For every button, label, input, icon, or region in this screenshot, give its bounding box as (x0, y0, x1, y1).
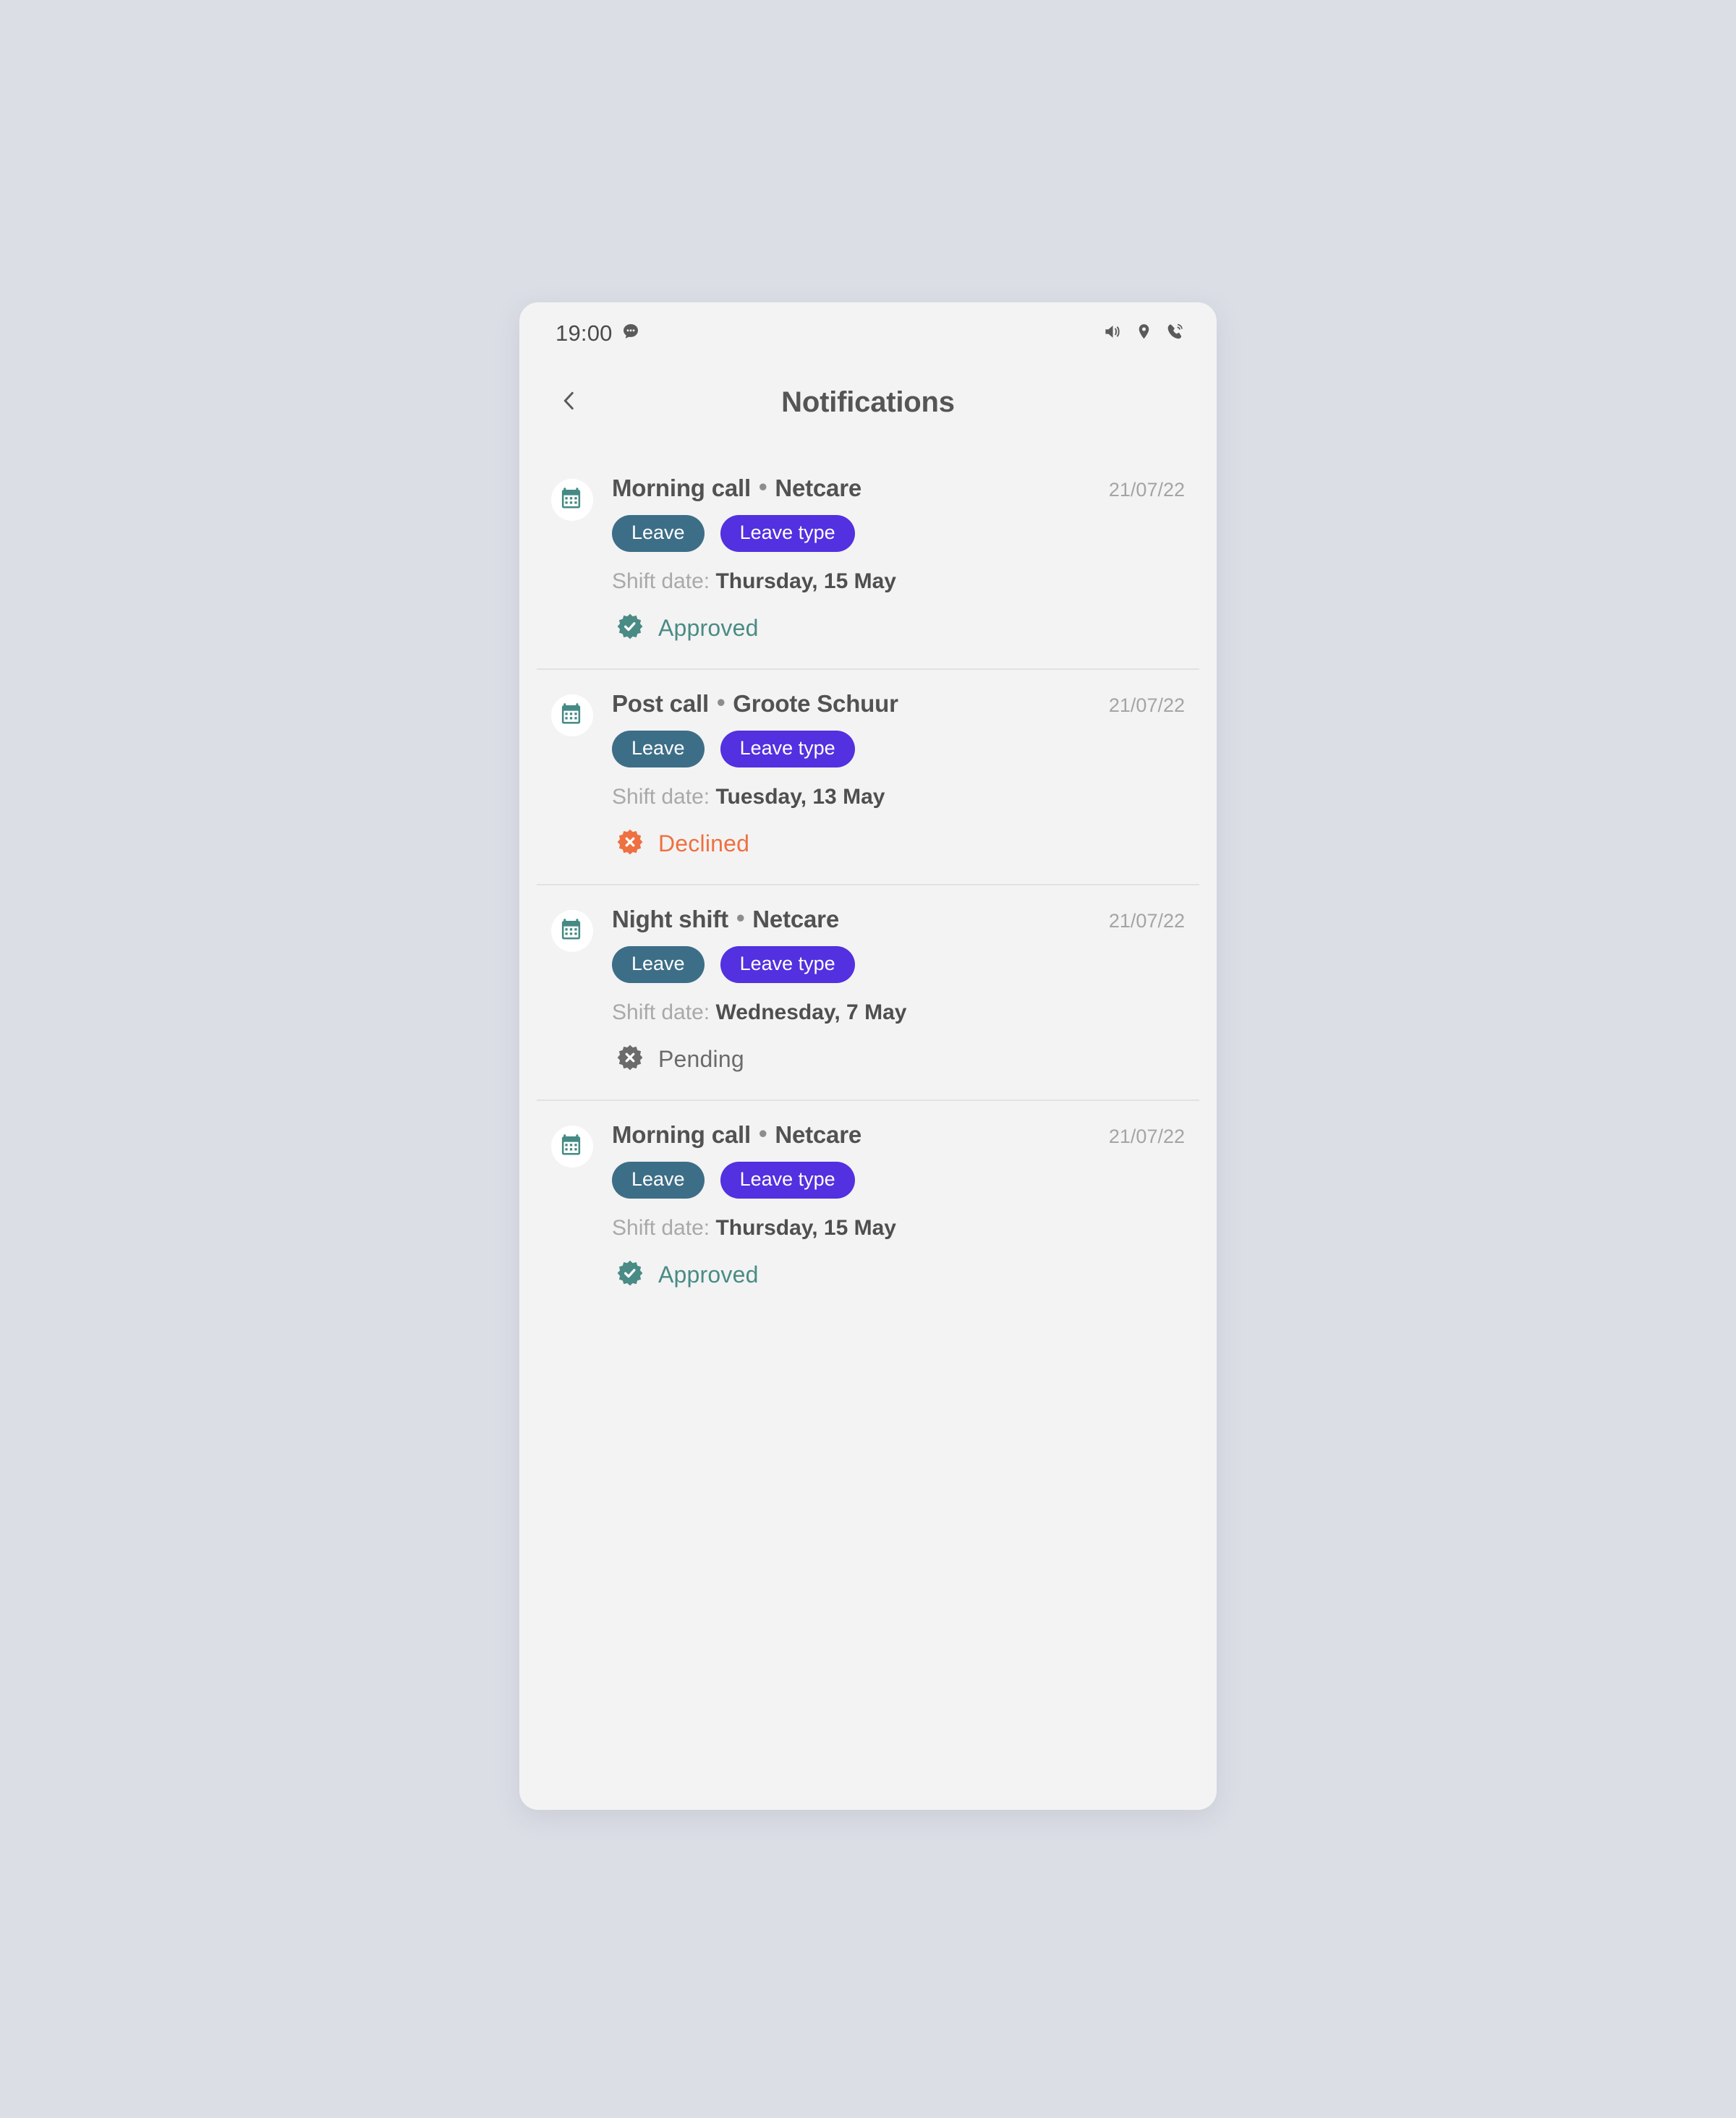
tag-row: Leave Leave type (612, 946, 1185, 983)
notification-title: Morning call • Netcare (612, 1120, 861, 1149)
calendar-icon (559, 1132, 585, 1162)
check-seal-icon (616, 613, 644, 644)
title-separator: • (758, 1120, 767, 1147)
status-bar-right (1103, 322, 1185, 345)
calendar-icon (559, 485, 585, 515)
status-label: Approved (658, 615, 759, 641)
status-bar-left: 19:00 (556, 320, 640, 346)
calendar-icon (559, 916, 585, 946)
organisation-name: Netcare (775, 475, 861, 501)
volume-icon (1103, 322, 1123, 345)
shift-date-label: Shift date: (612, 785, 710, 809)
shift-name: Post call (612, 690, 709, 717)
title-separator: • (758, 473, 767, 500)
notification-header-row: Post call • Groote Schuur 21/07/22 (612, 689, 1185, 718)
shift-date-value: Tuesday, 13 May (715, 785, 885, 809)
chevron-left-icon (557, 388, 582, 417)
notification-body: Post call • Groote Schuur 21/07/22 Leave Leav… (612, 689, 1185, 859)
back-button[interactable] (544, 377, 595, 428)
status-bar-clock: 19:00 (556, 320, 613, 346)
check-seal-icon (616, 1259, 644, 1290)
tag-leave[interactable]: Leave (612, 731, 705, 767)
status-bar: 19:00 (519, 302, 1217, 365)
shift-date-line: Shift date: Thursday, 15 May (612, 1216, 1185, 1241)
status-row: Approved (612, 613, 1185, 644)
notification-title: Post call • Groote Schuur (612, 689, 898, 718)
tag-leave[interactable]: Leave (612, 1162, 705, 1199)
shift-date-line: Shift date: Wednesday, 7 May (612, 1000, 1185, 1025)
notification-body: Morning call • Netcare 21/07/22 Leave Leave t… (612, 1120, 1185, 1290)
status-label: Pending (658, 1046, 744, 1072)
tag-leave[interactable]: Leave (612, 515, 705, 552)
phone-frame: 19:00 Notifications Morning call • Netca… (519, 302, 1217, 1810)
notification-body: Night shift • Netcare 21/07/22 Leave Leave ty… (612, 904, 1185, 1075)
notification-date-stamp: 21/07/22 (1108, 479, 1185, 501)
notification-date-stamp: 21/07/22 (1108, 910, 1185, 932)
shift-date-line: Shift date: Tuesday, 13 May (612, 785, 1185, 809)
tag-row: Leave Leave type (612, 1162, 1185, 1199)
notification-title: Night shift • Netcare (612, 904, 839, 933)
notification-date-stamp: 21/07/22 (1108, 694, 1185, 716)
notification-item[interactable]: Morning call • Netcare 21/07/22 Leave Leave t… (519, 1100, 1217, 1315)
notification-item[interactable]: Morning call • Netcare 21/07/22 Leave Leave t… (519, 453, 1217, 668)
notification-item[interactable]: Night shift • Netcare 21/07/22 Leave Leave ty… (519, 884, 1217, 1100)
status-row: Approved (612, 1259, 1185, 1290)
shift-date-value: Thursday, 15 May (715, 1216, 896, 1240)
tag-leave[interactable]: Leave (612, 946, 705, 983)
status-row: Pending (612, 1044, 1185, 1075)
shift-name: Morning call (612, 1121, 751, 1148)
title-separator: • (736, 904, 745, 931)
organisation-name: Netcare (775, 1121, 861, 1148)
status-label: Approved (658, 1262, 759, 1288)
page-background: 19:00 Notifications Morning call • Netca… (0, 0, 1736, 2118)
title-separator: • (716, 689, 726, 715)
calendar-icon (559, 701, 585, 731)
organisation-name: Netcare (752, 906, 839, 932)
shift-name: Morning call (612, 475, 751, 501)
shift-date-line: Shift date: Thursday, 15 May (612, 569, 1185, 594)
status-row: Declined (612, 828, 1185, 859)
notification-avatar (551, 479, 593, 521)
chat-bubble-icon (621, 323, 640, 345)
shift-date-value: Thursday, 15 May (715, 569, 896, 593)
tag-row: Leave Leave type (612, 515, 1185, 552)
status-label: Declined (658, 830, 750, 856)
notification-header-row: Morning call • Netcare 21/07/22 (612, 1120, 1185, 1149)
cross-seal-icon (616, 828, 644, 859)
notification-avatar (551, 1126, 593, 1168)
tag-leave-type[interactable]: Leave type (720, 515, 855, 552)
tag-row: Leave Leave type (612, 731, 1185, 767)
app-header: Notifications (519, 365, 1217, 440)
shift-date-value: Wednesday, 7 May (715, 1000, 907, 1024)
tag-leave-type[interactable]: Leave type (720, 731, 855, 767)
notification-item[interactable]: Post call • Groote Schuur 21/07/22 Leave Leav… (519, 668, 1217, 884)
notification-avatar (551, 694, 593, 736)
notification-header-row: Night shift • Netcare 21/07/22 (612, 904, 1185, 933)
notification-avatar (551, 910, 593, 952)
tag-leave-type[interactable]: Leave type (720, 1162, 855, 1199)
phone-call-icon (1165, 322, 1185, 345)
location-pin-icon (1135, 323, 1153, 344)
notification-title: Morning call • Netcare (612, 473, 861, 502)
shift-name: Night shift (612, 906, 728, 932)
shift-date-label: Shift date: (612, 1000, 710, 1024)
cross-seal-icon (616, 1044, 644, 1075)
notification-header-row: Morning call • Netcare 21/07/22 (612, 473, 1185, 502)
shift-date-label: Shift date: (612, 569, 710, 593)
tag-leave-type[interactable]: Leave type (720, 946, 855, 983)
notification-date-stamp: 21/07/22 (1108, 1126, 1185, 1147)
notification-body: Morning call • Netcare 21/07/22 Leave Leave t… (612, 473, 1185, 644)
notification-list: Morning call • Netcare 21/07/22 Leave Leave t… (519, 440, 1217, 1315)
organisation-name: Groote Schuur (733, 690, 898, 717)
page-title: Notifications (781, 386, 955, 418)
shift-date-label: Shift date: (612, 1216, 710, 1240)
